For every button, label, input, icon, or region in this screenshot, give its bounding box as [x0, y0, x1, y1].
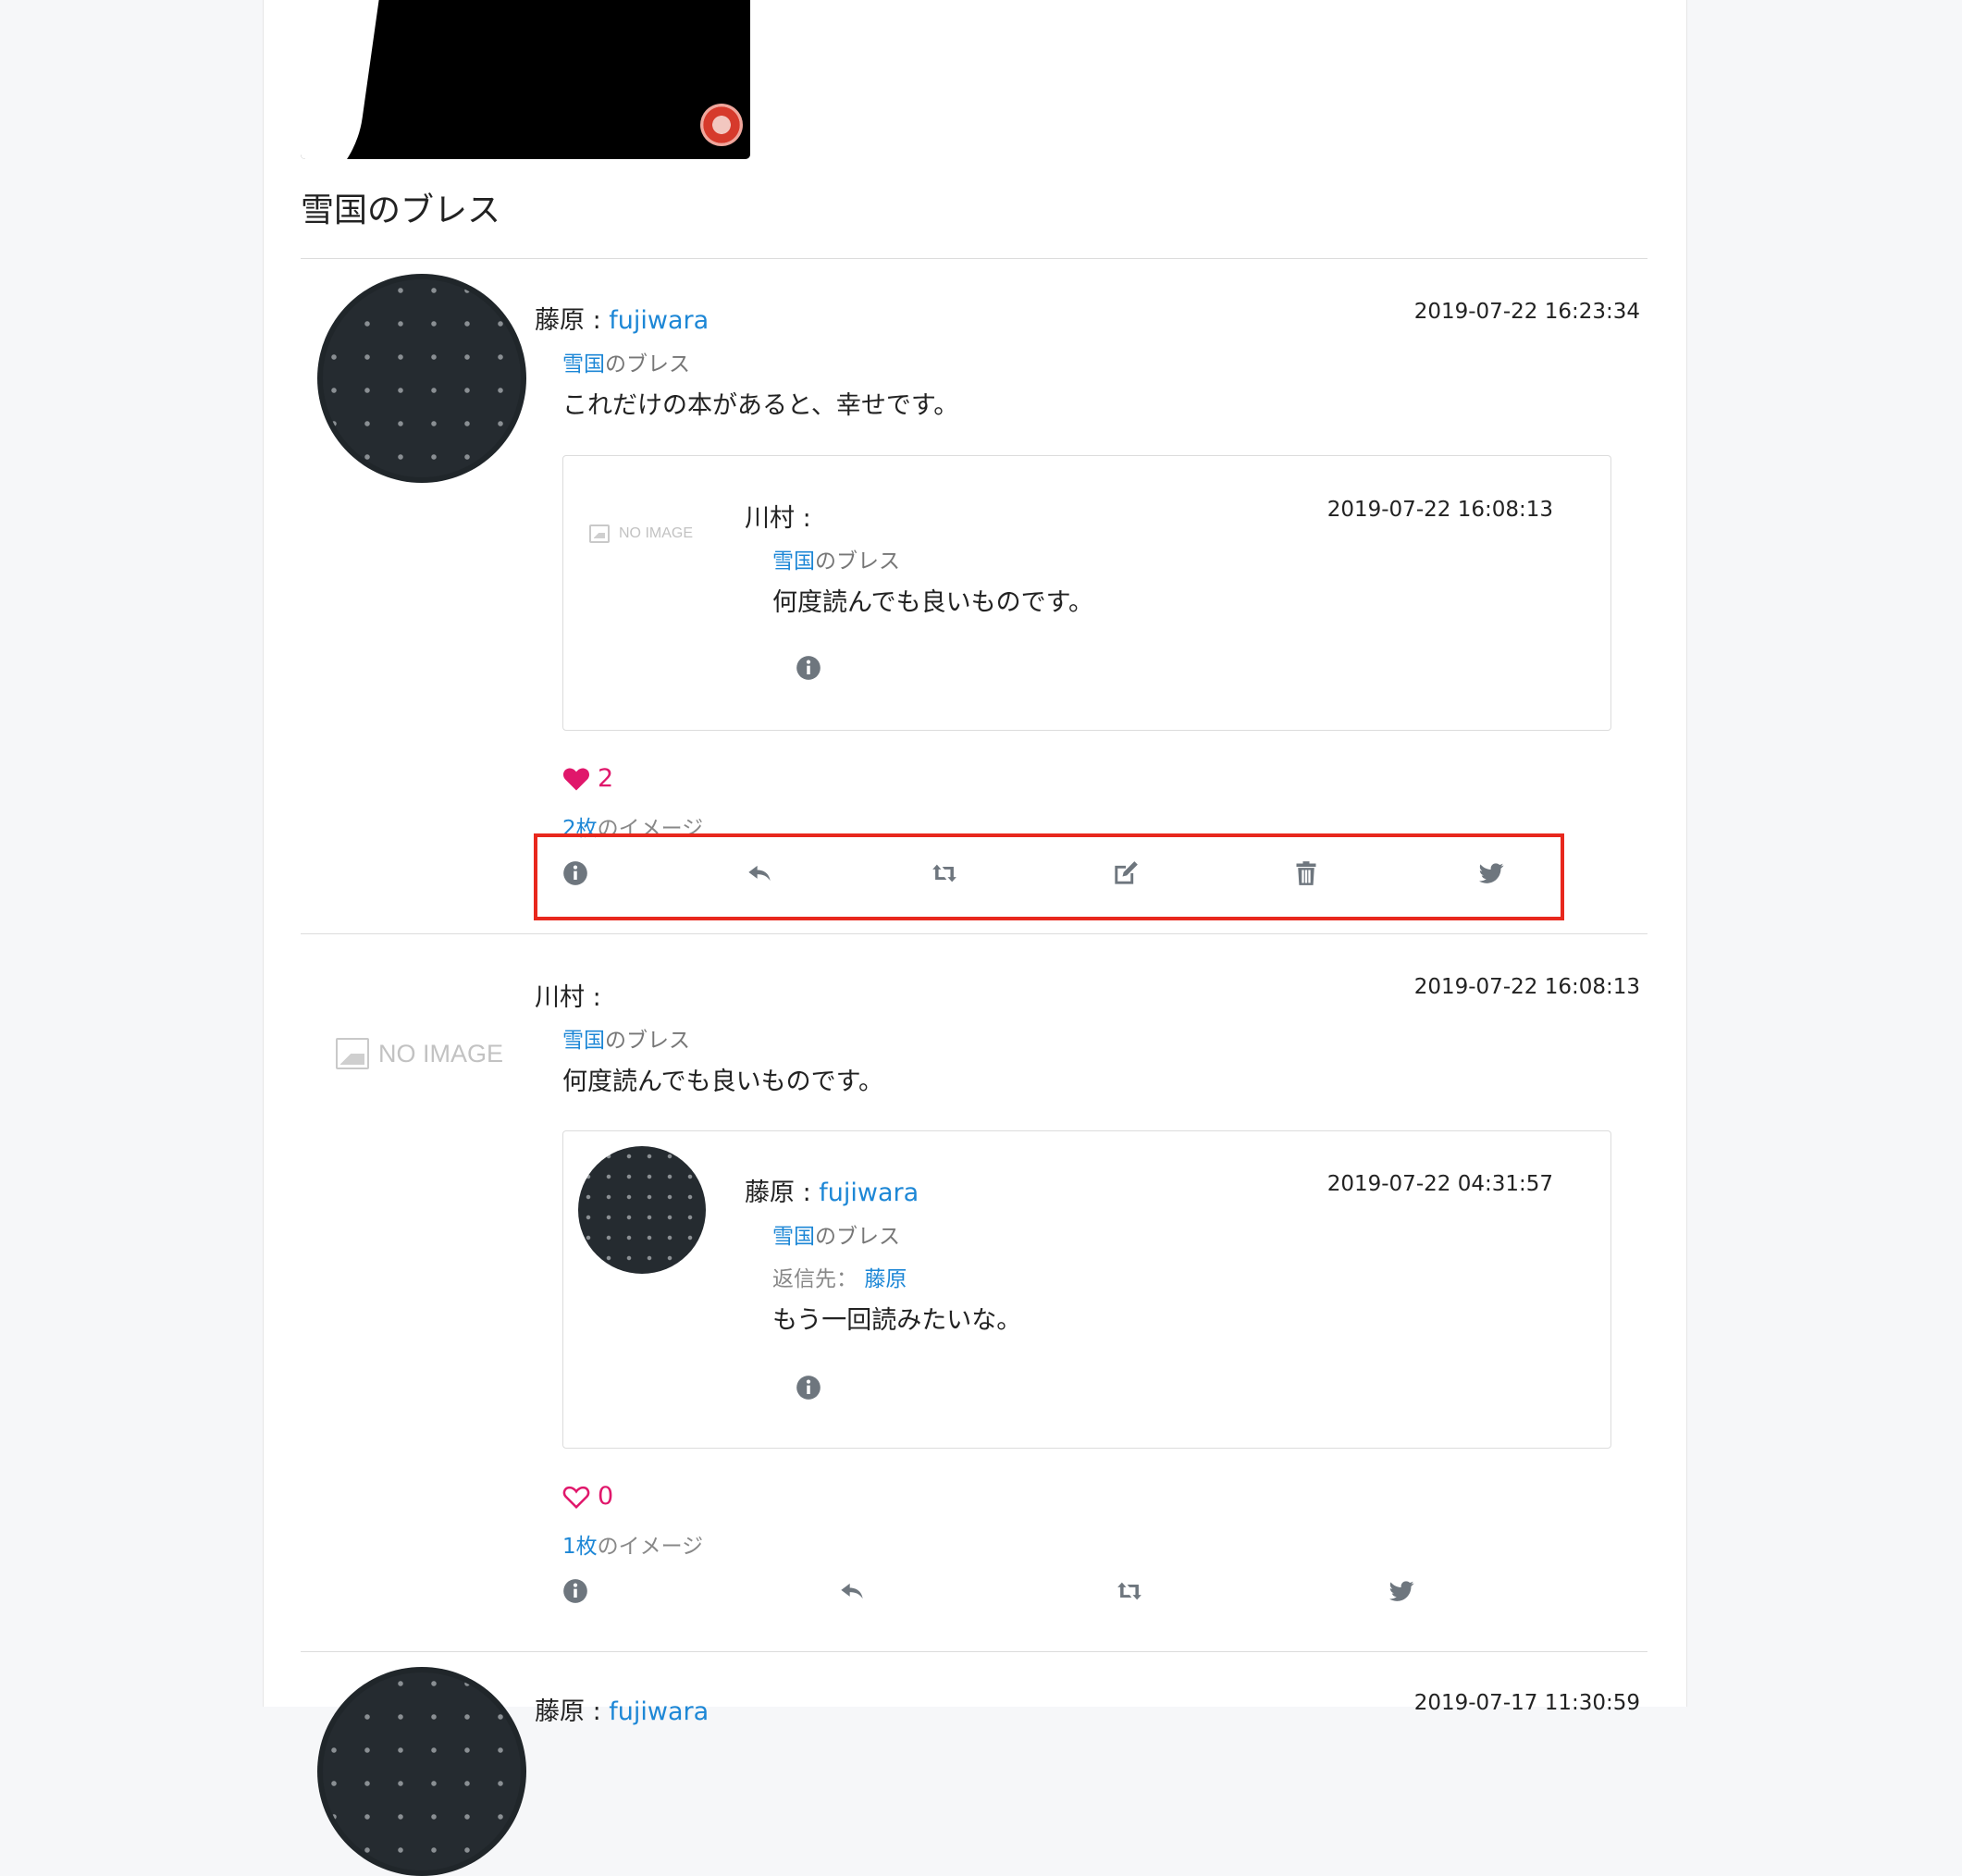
- avatar[interactable]: [317, 274, 526, 483]
- image-count-suffix: のイメージ: [597, 1535, 704, 1559]
- twitter-icon[interactable]: [1388, 1577, 1416, 1605]
- book-link-text[interactable]: 雪国: [772, 1225, 815, 1249]
- cover-seal: [700, 104, 743, 146]
- reply-to-label: 返信先：: [772, 1267, 858, 1291]
- post-date: 2019-07-22 16:23:34: [1413, 300, 1640, 324]
- quote-text: もう一回読みたいな。: [772, 1306, 1022, 1335]
- post-author: 藤原 : fujiwara: [535, 1691, 709, 1727]
- quote-date: 2019-07-22 16:08:13: [1327, 498, 1553, 522]
- like-count: 2: [598, 764, 614, 793]
- action-bar-highlight: [534, 833, 1564, 920]
- info-icon[interactable]: [561, 1577, 589, 1605]
- post-text: これだけの本があると、幸せです。: [562, 391, 959, 420]
- book-link-suffix: のブレス: [605, 352, 690, 376]
- heart-filled-icon: [562, 768, 590, 790]
- divider: [301, 1651, 1647, 1652]
- book-link-text[interactable]: 雪国: [562, 352, 605, 376]
- heart-outline-icon: [562, 1486, 590, 1509]
- no-image-avatar: NO IMAGE: [336, 1038, 503, 1069]
- post-author: 藤原 : fujiwara: [535, 300, 709, 336]
- image-placeholder-icon: [589, 525, 610, 543]
- post-text: 何度読んでも良いものです。: [562, 1068, 883, 1096]
- book-cover-image: [301, 0, 750, 159]
- no-image-avatar: NO IMAGE: [589, 525, 693, 543]
- image-placeholder-icon: [336, 1038, 369, 1069]
- twitter-icon[interactable]: [1478, 859, 1506, 887]
- quote-book-link: 雪国のブレス: [772, 1218, 900, 1250]
- author-handle-link[interactable]: fujiwara: [819, 1179, 919, 1207]
- image-count-link[interactable]: 1枚: [562, 1535, 598, 1559]
- quote-author: 川村 :: [745, 504, 811, 533]
- book-link-text[interactable]: 雪国: [562, 1029, 605, 1053]
- quote-book-link: 雪国のブレス: [772, 543, 900, 574]
- post-author: 川村 :: [535, 983, 601, 1012]
- quoted-post[interactable]: NO IMAGE 川村 : 2019-07-22 16:08:13 雪国のブレス…: [562, 455, 1611, 731]
- author-name: 藤原: [535, 306, 585, 335]
- timeline-page: 雪国のブレス 藤原 : fujiwara 2019-07-22 16:23:34…: [263, 0, 1687, 1876]
- reply-icon[interactable]: [838, 1577, 866, 1605]
- avatar[interactable]: [317, 1667, 526, 1876]
- author-separator: :: [795, 1179, 820, 1207]
- like-count: 0: [598, 1482, 614, 1511]
- quote-author: 藤原 : fujiwara: [745, 1172, 919, 1208]
- book-link-suffix: のブレス: [605, 1029, 690, 1053]
- book-link: 雪国のブレス: [562, 1022, 690, 1054]
- quoted-post[interactable]: 藤原 : fujiwara 2019-07-22 04:31:57 雪国のブレス…: [562, 1130, 1611, 1449]
- image-count: 1枚のイメージ: [562, 1528, 703, 1560]
- post-date: 2019-07-17 11:30:59: [1413, 1691, 1640, 1715]
- quote-date: 2019-07-22 04:31:57: [1327, 1172, 1553, 1196]
- author-separator: :: [585, 306, 610, 335]
- like-button[interactable]: 2: [562, 764, 613, 793]
- reply-to-link[interactable]: 藤原: [864, 1267, 907, 1291]
- author-separator: :: [585, 1697, 610, 1726]
- retweet-icon[interactable]: [931, 859, 958, 887]
- info-icon[interactable]: [795, 1374, 822, 1401]
- author-name: 藤原: [535, 1697, 585, 1726]
- info-icon[interactable]: [561, 859, 589, 887]
- info-icon[interactable]: [795, 654, 822, 682]
- divider: [301, 258, 1647, 259]
- no-image-label: NO IMAGE: [619, 525, 694, 541]
- book-link: 雪国のブレス: [562, 346, 690, 377]
- post-date: 2019-07-22 16:08:13: [1413, 975, 1640, 999]
- trash-icon[interactable]: [1292, 859, 1320, 887]
- like-button[interactable]: 0: [562, 1482, 613, 1511]
- avatar[interactable]: [578, 1146, 706, 1274]
- book-title: 雪国のブレス: [301, 191, 501, 229]
- edit-icon[interactable]: [1112, 859, 1140, 887]
- reply-to: 返信先： 藤原: [772, 1261, 907, 1292]
- reply-icon[interactable]: [746, 859, 773, 887]
- cover-art-shape: [301, 0, 382, 159]
- author-handle-link[interactable]: fujiwara: [609, 306, 709, 335]
- book-link-text[interactable]: 雪国: [772, 549, 815, 574]
- retweet-icon[interactable]: [1116, 1577, 1143, 1605]
- author-name: 藤原: [745, 1179, 795, 1207]
- author-handle-link[interactable]: fujiwara: [609, 1697, 709, 1726]
- book-link-suffix: のブレス: [815, 1225, 900, 1249]
- no-image-label: NO IMAGE: [378, 1039, 504, 1068]
- quote-text: 何度読んでも良いものです。: [772, 588, 1093, 617]
- book-link-suffix: のブレス: [815, 549, 900, 574]
- divider: [301, 933, 1647, 934]
